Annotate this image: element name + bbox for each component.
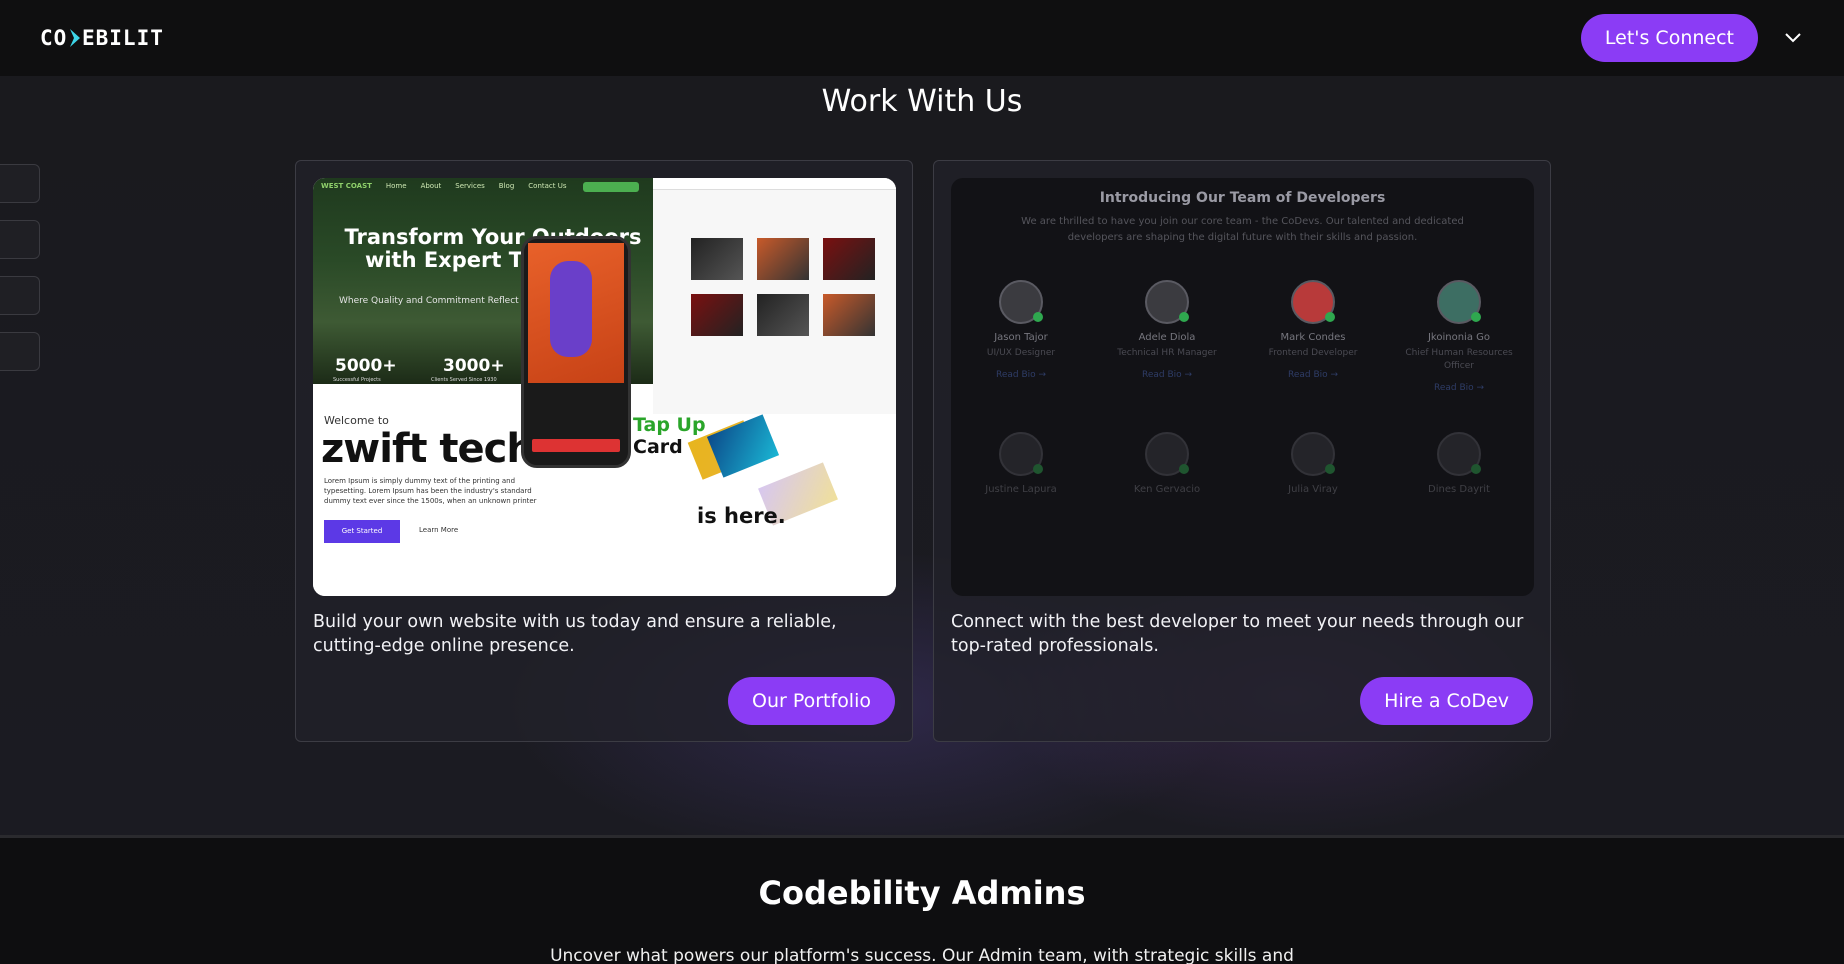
preview-stat-1-label: Successful Projects — [333, 377, 381, 383]
developer-name: Mark Condes — [1280, 332, 1346, 343]
read-bio-link: Read Bio → — [1141, 370, 1193, 380]
developer-role: Chief Human Resources Officer — [1405, 348, 1513, 371]
preview-stat-2-label: Clients Served Since 1930 — [431, 377, 497, 383]
avatar — [1145, 280, 1189, 324]
developer-card: Justine Lapura — [951, 432, 1091, 495]
zwift-lorem: Lorem Ipsum is simply dummy text of the … — [324, 477, 537, 505]
portfolio-preview-image: WEST COAST Home About Services Blog Cont… — [313, 178, 896, 596]
shop-topbar — [653, 178, 896, 190]
svg-text:CO: CO — [40, 26, 67, 50]
read-bio-link: Read Bio → — [995, 370, 1047, 380]
developer-name: Justine Lapura — [985, 484, 1057, 495]
zwift-learn-more: Learn More — [419, 526, 459, 534]
side-tab[interactable] — [0, 276, 40, 315]
zwift-get-started: Get Started — [324, 520, 400, 543]
side-tab[interactable] — [0, 164, 40, 203]
developer-card: Jason Tajor UI/UX Designer Read Bio → — [951, 280, 1091, 380]
portfolio-card: WEST COAST Home About Services Blog Cont… — [295, 160, 913, 742]
product-thumb — [823, 238, 875, 280]
phone-athlete — [550, 261, 592, 357]
phone-mockup — [521, 236, 631, 468]
developer-name: Jkoinonia Go — [1427, 332, 1491, 343]
developer-name: Jason Tajor — [994, 332, 1048, 343]
developer-name: Dines Dayrit — [1428, 484, 1490, 495]
avatar — [999, 280, 1043, 324]
preview-stat-2: 3000+ — [443, 356, 505, 376]
developer-card: Mark Condes Frontend Developer Read Bio … — [1243, 280, 1383, 380]
hire-codev-button[interactable]: Hire a CoDev — [1360, 677, 1533, 725]
developer-card: Jkoinonia Go Chief Human Resources Offic… — [1389, 280, 1529, 393]
side-tab-group — [0, 164, 40, 371]
product-thumb — [757, 294, 809, 336]
tap-card-preview: Tap Up Card is here. — [623, 414, 896, 596]
codev-card: Introducing Our Team of Developers We ar… — [933, 160, 1551, 742]
section-title: Work With Us — [821, 84, 1023, 119]
preview-nav-item: Blog — [498, 182, 515, 190]
admins-title: Codebility Admins — [758, 874, 1086, 912]
preview-nav-item: Home — [385, 182, 407, 190]
tap-title-3: is here. — [697, 504, 786, 528]
preview-cta — [583, 182, 639, 192]
our-portfolio-button[interactable]: Our Portfolio — [727, 677, 895, 725]
preview-nav-item: About — [420, 182, 442, 190]
product-thumb — [757, 238, 809, 280]
product-thumb — [691, 238, 743, 280]
product-thumb — [691, 294, 743, 336]
developer-card: Ken Gervacio — [1097, 432, 1237, 495]
preview-stat-1: 5000+ — [335, 356, 397, 376]
read-bio-link: Read Bio → — [1287, 370, 1339, 380]
developer-card: Dines Dayrit — [1389, 432, 1529, 495]
codev-preview-image: Introducing Our Team of Developers We ar… — [951, 178, 1534, 596]
avatar — [1291, 280, 1335, 324]
tap-title-1: Tap Up — [633, 414, 706, 436]
figure-shop-preview — [653, 178, 896, 414]
portfolio-description: Build your own website with us today and… — [313, 612, 837, 656]
developer-role: Frontend Developer — [1268, 348, 1358, 358]
admins-section: Codebility Admins Uncover what powers ou… — [0, 838, 1844, 964]
developer-card: Julia Viray — [1243, 432, 1383, 495]
shop-product-grid — [691, 238, 875, 336]
preview-nav-item: Contact Us — [528, 182, 567, 190]
preview-nav-item: Services — [455, 182, 485, 190]
codev-preview-title: Introducing Our Team of Developers — [1099, 190, 1386, 206]
preview-nav: WEST COAST Home About Services Blog Cont… — [321, 182, 567, 190]
codev-preview-intro: We are thrilled to have you join our cor… — [1021, 216, 1464, 243]
lets-connect-button[interactable]: Let's Connect — [1580, 14, 1758, 62]
zwift-get-started-label: Get Started — [341, 527, 383, 535]
avatar — [1437, 280, 1481, 324]
zwift-brand: zwift tech. — [321, 426, 549, 472]
tap-title-2: Card — [633, 436, 683, 458]
work-with-us-section: Work With Us WEST COAST Home About Servi… — [0, 76, 1844, 835]
svg-text:EBILITY: EBILITY — [82, 26, 164, 50]
preview-logo: WEST COAST — [321, 182, 372, 190]
navbar: CO EBILITY Let's Connect — [0, 0, 1844, 76]
avatar — [1437, 432, 1481, 476]
avatar — [999, 432, 1043, 476]
developer-name: Ken Gervacio — [1133, 484, 1201, 495]
developer-name: Julia Viray — [1288, 484, 1338, 495]
side-tab[interactable] — [0, 220, 40, 259]
developer-name: Adele Diola — [1138, 332, 1196, 343]
avatar — [1145, 432, 1189, 476]
phone-button — [532, 439, 620, 452]
developer-role: UI/UX Designer — [986, 348, 1056, 358]
codebility-logo[interactable]: CO EBILITY — [40, 25, 164, 51]
side-tab[interactable] — [0, 332, 40, 371]
chevron-down-icon[interactable] — [1782, 27, 1804, 49]
developer-card: Adele Diola Technical HR Manager Read Bi… — [1097, 280, 1237, 380]
codebility-logo-mark: CO EBILITY — [40, 26, 164, 50]
product-thumb — [823, 294, 875, 336]
developer-role: Technical HR Manager — [1117, 348, 1217, 358]
admins-description: Uncover what powers our platform's succe… — [550, 946, 1294, 964]
codev-description: Connect with the best developer to meet … — [951, 612, 1524, 656]
avatar — [1291, 432, 1335, 476]
read-bio-link: Read Bio → — [1433, 383, 1485, 393]
